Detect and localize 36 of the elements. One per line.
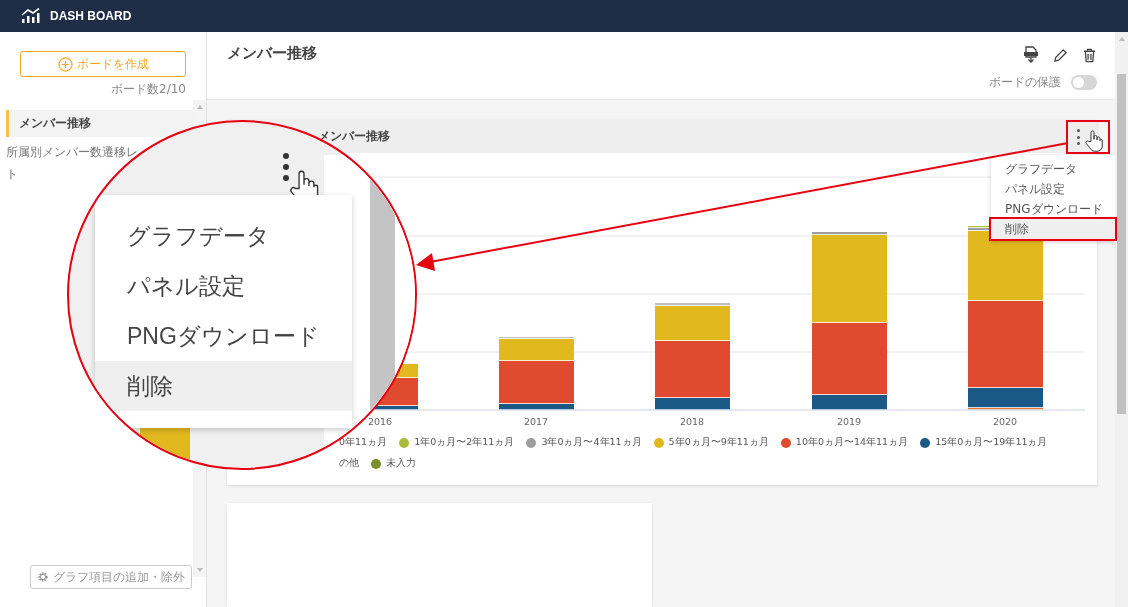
legend-label: 5年0ヵ月〜9年11ヵ月: [668, 436, 769, 449]
legend-label: 10年0ヵ月〜14年11ヵ月: [795, 436, 909, 449]
x-axis-label: 2019: [836, 416, 862, 427]
x-axis-label: 2018: [679, 416, 705, 427]
x-axis-label: 2020: [992, 416, 1018, 427]
protect-label: ボードの保護: [989, 74, 1061, 91]
legend-label: 1年0ヵ月〜2年11ヵ月: [414, 436, 515, 449]
board-count: ボード数2/10: [111, 81, 186, 98]
more-dots-icon: [283, 153, 289, 181]
sidebar-item-label[interactable]: ト: [6, 167, 18, 182]
pdf-download-icon[interactable]: [1023, 46, 1039, 64]
app-title: DASH BOARD: [50, 9, 132, 23]
menu-item[interactable]: PNGダウンロード: [991, 199, 1115, 219]
gear-icon: [37, 571, 49, 583]
legend-label: の他: [339, 457, 359, 470]
scrollbar[interactable]: [1115, 32, 1128, 607]
protect-toggle[interactable]: [1071, 75, 1097, 90]
legend-label: 15年0ヵ月〜19年11ヵ月: [935, 436, 1048, 449]
pencil-icon[interactable]: [1053, 47, 1068, 63]
menu-item[interactable]: グラフデータ: [991, 159, 1115, 179]
page-title: メンバー推移: [227, 43, 317, 63]
more-button[interactable]: [1075, 129, 1081, 145]
chart-logo-icon: [21, 8, 41, 24]
menu-item[interactable]: パネル設定: [991, 179, 1115, 199]
sidebar-item[interactable]: メンバー推移: [6, 110, 193, 137]
x-axis-label: 2016: [367, 416, 393, 427]
menu-item[interactable]: 削除: [991, 219, 1115, 239]
legend-label: 0年11ヵ月: [339, 436, 388, 449]
sidebar-item[interactable]: 所属別メンバー数遷移レ: [6, 145, 138, 160]
legend-label: 3年0ヵ月〜4年11ヵ月: [541, 436, 642, 449]
hand-cursor-icon: [1085, 130, 1103, 153]
legend-label: 未入力: [386, 457, 416, 470]
trash-icon[interactable]: [1082, 47, 1097, 63]
highlight-frame: [1066, 120, 1110, 154]
plus-circle-icon: [57, 56, 73, 72]
x-axis-label: 2017: [523, 416, 549, 427]
